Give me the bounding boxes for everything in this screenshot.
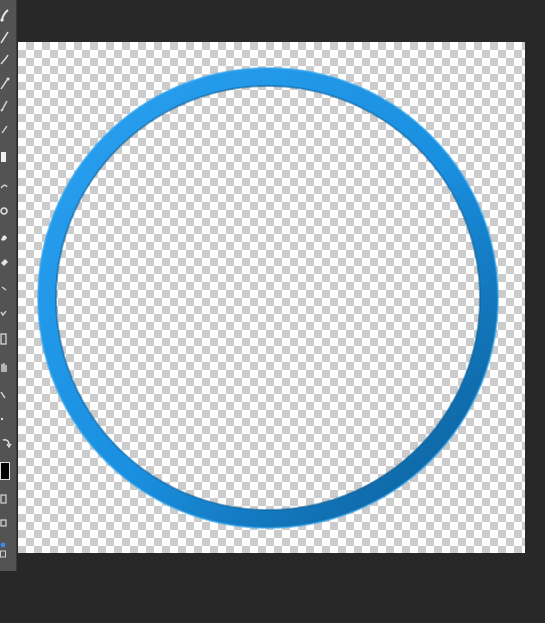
pen-tool-icon[interactable] <box>0 94 16 116</box>
more-tools-icon[interactable] <box>0 408 16 430</box>
dodge-tool-icon[interactable] <box>0 226 16 248</box>
blue-ring-layer <box>37 67 499 529</box>
ring-inner-edge <box>55 85 481 511</box>
rectangle-select-icon[interactable] <box>0 146 16 168</box>
tools-panel <box>0 0 17 571</box>
screen-mode-icon[interactable] <box>0 512 16 534</box>
smudge-tool-icon[interactable] <box>0 48 16 70</box>
swap-colors-icon[interactable] <box>0 432 16 454</box>
path-select-icon[interactable] <box>0 278 16 300</box>
zoom-tool-icon[interactable] <box>0 384 16 406</box>
eraser-tool-icon[interactable] <box>0 252 16 274</box>
hand-tool-icon[interactable] <box>0 356 16 378</box>
type-tool-icon[interactable] <box>0 302 16 324</box>
eyedropper-tool-icon[interactable] <box>0 72 16 94</box>
clone-stamp-icon[interactable] <box>0 200 16 222</box>
shape-tool-icon[interactable] <box>0 328 16 350</box>
brush-tool-icon[interactable] <box>0 4 16 26</box>
quick-mask-icon[interactable] <box>0 488 16 510</box>
layer-indicator-icon[interactable] <box>0 540 16 562</box>
lasso-tool-icon[interactable] <box>0 176 16 198</box>
editor-window <box>0 0 545 623</box>
history-brush-icon[interactable] <box>0 118 16 140</box>
ring-outer-band <box>38 68 498 528</box>
foreground-color-swatch[interactable] <box>0 462 10 480</box>
pencil-tool-icon[interactable] <box>0 26 16 48</box>
document-canvas[interactable] <box>18 42 525 553</box>
